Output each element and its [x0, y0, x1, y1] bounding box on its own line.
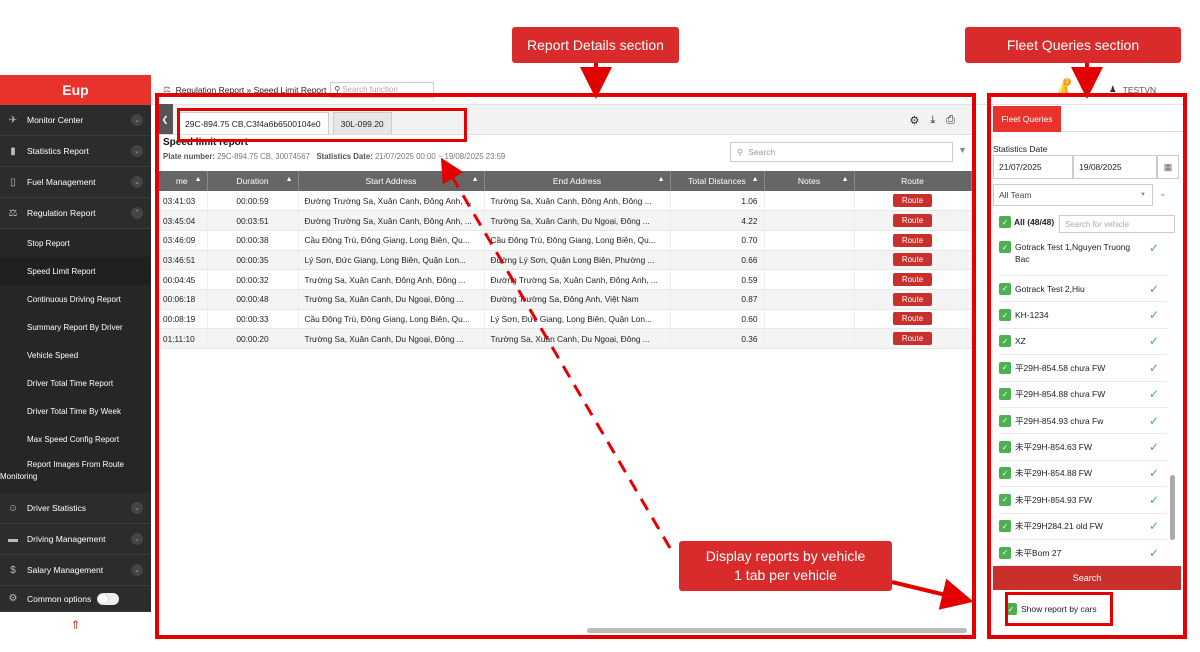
dashed-arrow-to-tabs [440, 157, 672, 549]
annotation-arrows [440, 63, 1103, 610]
arrow-to-show-by-cars [891, 578, 974, 610]
